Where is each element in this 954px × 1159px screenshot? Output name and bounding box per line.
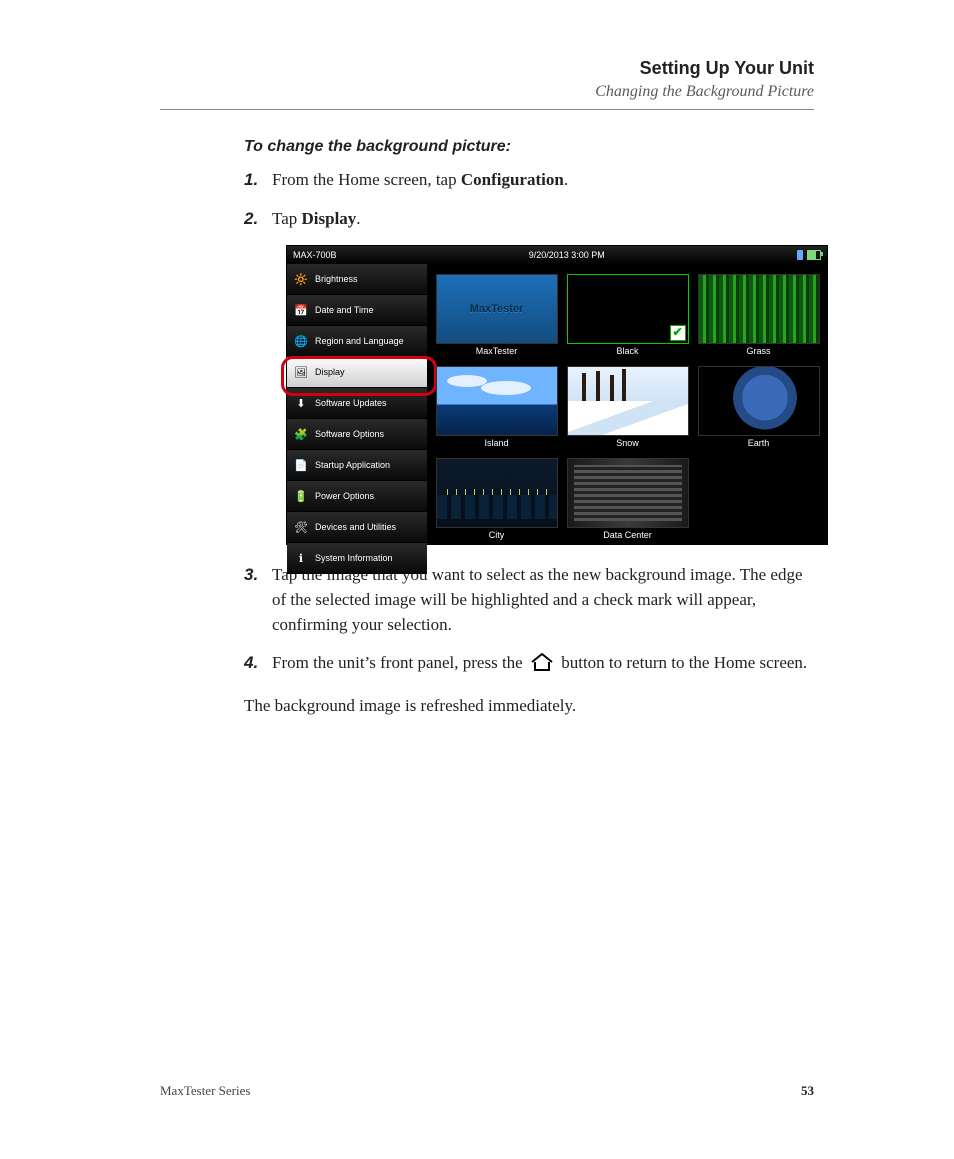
- info-icon: ℹ: [293, 550, 309, 566]
- document-icon: 📄: [293, 457, 309, 473]
- wallpaper-caption: Black: [616, 346, 638, 358]
- step-text-post: button to return to the Home screen.: [561, 653, 807, 672]
- home-icon: [529, 652, 555, 680]
- device-status-bar: MAX-700B 9/20/2013 3:00 PM: [287, 246, 827, 264]
- wallpaper-thumb: [436, 366, 558, 436]
- sidebar-item-region-language[interactable]: 🌐 Region and Language: [287, 326, 427, 357]
- step-text-pre: From the unit’s front panel, press the: [272, 653, 527, 672]
- embedded-screenshot: MAX-700B 9/20/2013 3:00 PM 🔆 Brightness …: [286, 245, 828, 545]
- step-1: 1. From the Home screen, tap Configurati…: [244, 168, 814, 193]
- closing-paragraph: The background image is refreshed immedi…: [244, 694, 814, 719]
- sidebar-item-startup-app[interactable]: 📄 Startup Application: [287, 450, 427, 481]
- step-4: 4. From the unit’s front panel, press th…: [244, 651, 814, 680]
- wallpaper-caption: Island: [484, 438, 508, 450]
- wallpaper-thumb: ✔: [567, 274, 689, 344]
- wallpaper-earth[interactable]: Earth: [694, 360, 823, 450]
- wallpaper-caption: Snow: [616, 438, 639, 450]
- wallpaper-city[interactable]: City: [432, 452, 561, 542]
- sidebar-item-label: Brightness: [315, 274, 358, 284]
- step-2: 2. Tap Display.: [244, 207, 814, 232]
- battery-icon: 🔋: [293, 488, 309, 504]
- checkmark-icon: ✔: [670, 325, 686, 341]
- sidebar-item-label: Power Options: [315, 491, 374, 501]
- wallpaper-caption: City: [489, 530, 505, 542]
- bluetooth-icon: [797, 250, 803, 260]
- step-text: Tap the image that you want to select as…: [272, 563, 814, 637]
- sidebar-item-label: System Information: [315, 553, 393, 563]
- sidebar-item-label: Display: [315, 367, 345, 377]
- globe-icon: 🌐: [293, 333, 309, 349]
- wallpaper-thumb: [698, 274, 820, 344]
- sidebar-item-label: Software Updates: [315, 398, 387, 408]
- sidebar-item-software-updates[interactable]: ⬇ Software Updates: [287, 388, 427, 419]
- step-text-bold: Configuration: [461, 170, 564, 189]
- wallpaper-island[interactable]: Island: [432, 360, 561, 450]
- wallpaper-thumb: [436, 458, 558, 528]
- step-number: 1.: [244, 168, 272, 193]
- calendar-icon: 📅: [293, 302, 309, 318]
- step-number: 4.: [244, 651, 272, 680]
- device-model: MAX-700B: [293, 250, 337, 260]
- procedure-heading: To change the background picture:: [244, 138, 814, 156]
- wallpaper-snow[interactable]: Snow: [563, 360, 692, 450]
- manual-page: Setting Up Your Unit Changing the Backgr…: [0, 0, 954, 1159]
- step-text: Tap Display.: [272, 207, 814, 232]
- sidebar-item-label: Region and Language: [315, 336, 404, 346]
- footer-page-number: 53: [801, 1083, 814, 1099]
- tools-icon: 🛠: [293, 519, 309, 535]
- puzzle-icon: 🧩: [293, 426, 309, 442]
- brand-text: MaxTester: [470, 303, 524, 315]
- download-icon: ⬇: [293, 395, 309, 411]
- wallpaper-caption: Data Center: [603, 530, 652, 542]
- step-number: 3.: [244, 563, 272, 637]
- wallpaper-caption: Earth: [748, 438, 770, 450]
- wallpaper-maxtester[interactable]: MaxTester MaxTester: [432, 268, 561, 358]
- sidebar-item-brightness[interactable]: 🔆 Brightness: [287, 264, 427, 295]
- status-tray: [797, 250, 821, 260]
- step-text-pre: Tap: [272, 209, 302, 228]
- section-subtitle: Changing the Background Picture: [160, 83, 814, 101]
- display-icon: 🖼: [293, 364, 309, 380]
- sidebar-item-system-info[interactable]: ℹ System Information: [287, 543, 427, 574]
- sidebar-item-display[interactable]: 🖼 Display: [287, 357, 427, 388]
- wallpaper-thumb: MaxTester: [436, 274, 558, 344]
- wallpaper-grid: MaxTester MaxTester ✔ Black Grass Island: [428, 264, 827, 544]
- step-text: From the unit’s front panel, press the b…: [272, 651, 814, 680]
- page-footer: MaxTester Series 53: [160, 1083, 814, 1099]
- brightness-icon: 🔆: [293, 271, 309, 287]
- device-datetime: 9/20/2013 3:00 PM: [337, 250, 797, 260]
- step-text-bold: Display: [302, 209, 357, 228]
- sidebar-item-label: Devices and Utilities: [315, 522, 396, 532]
- device-body: 🔆 Brightness 📅 Date and Time 🌐 Region an…: [287, 264, 827, 544]
- footer-series: MaxTester Series: [160, 1083, 250, 1099]
- sidebar-item-label: Software Options: [315, 429, 384, 439]
- config-sidebar: 🔆 Brightness 📅 Date and Time 🌐 Region an…: [287, 264, 428, 544]
- battery-icon: [807, 250, 821, 260]
- step-number: 2.: [244, 207, 272, 232]
- wallpaper-grass[interactable]: Grass: [694, 268, 823, 358]
- step-text-pre: From the Home screen, tap: [272, 170, 461, 189]
- sidebar-item-label: Startup Application: [315, 460, 390, 470]
- sidebar-item-date-time[interactable]: 📅 Date and Time: [287, 295, 427, 326]
- sidebar-item-power-options[interactable]: 🔋 Power Options: [287, 481, 427, 512]
- wallpaper-caption: MaxTester: [476, 346, 518, 358]
- wallpaper-data-center[interactable]: Data Center: [563, 452, 692, 542]
- wallpaper-black[interactable]: ✔ Black: [563, 268, 692, 358]
- step-text: From the Home screen, tap Configuration.: [272, 168, 814, 193]
- sidebar-item-software-options[interactable]: 🧩 Software Options: [287, 419, 427, 450]
- chapter-title: Setting Up Your Unit: [160, 58, 814, 79]
- wallpaper-thumb: [567, 366, 689, 436]
- header-rule: [160, 109, 814, 110]
- sidebar-item-devices-utilities[interactable]: 🛠 Devices and Utilities: [287, 512, 427, 543]
- wallpaper-thumb: [567, 458, 689, 528]
- step-text-post: .: [564, 170, 568, 189]
- sidebar-item-label: Date and Time: [315, 305, 374, 315]
- step-text-post: .: [356, 209, 360, 228]
- page-header: Setting Up Your Unit Changing the Backgr…: [160, 58, 814, 101]
- wallpaper-caption: Grass: [746, 346, 770, 358]
- wallpaper-thumb: [698, 366, 820, 436]
- step-3: 3. Tap the image that you want to select…: [244, 563, 814, 637]
